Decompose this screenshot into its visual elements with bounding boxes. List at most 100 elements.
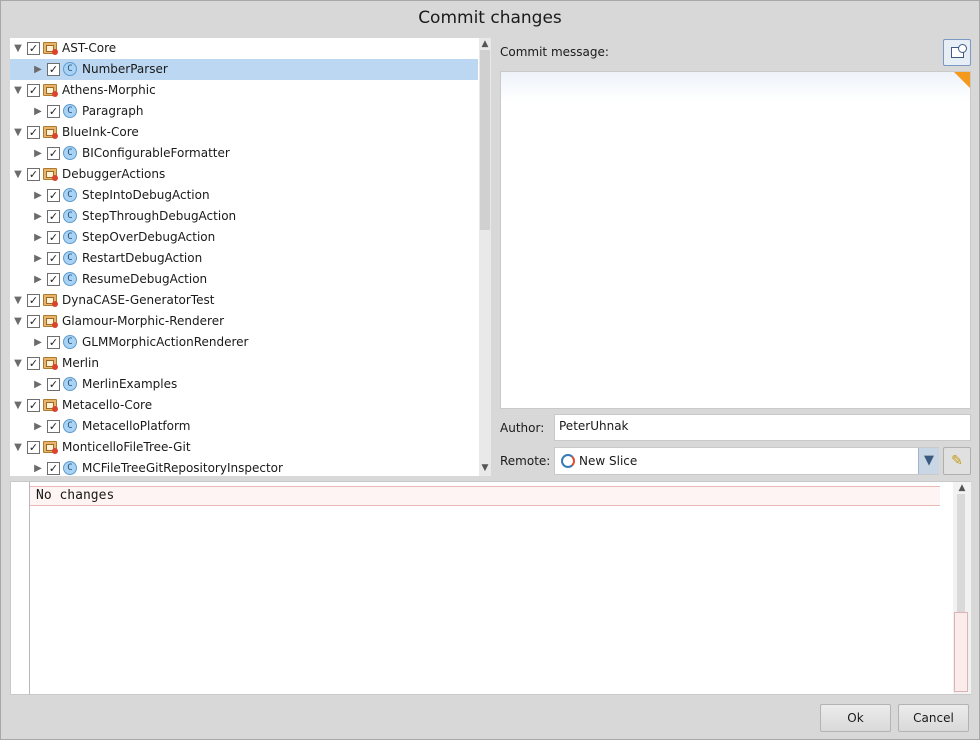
tree-package-row[interactable]: ▼ ✓ AST-Core (10, 38, 478, 59)
tree-scrollbar[interactable]: ▲ ▼ (479, 38, 491, 476)
tree-item-label: StepThroughDebugAction (82, 209, 237, 223)
tree-scroll-thumb[interactable] (480, 50, 490, 230)
collapsed-arrow-icon[interactable]: ▶ (32, 101, 44, 122)
diff-view[interactable]: No changes ▲ ▼ (10, 481, 971, 695)
collapsed-arrow-icon[interactable]: ▶ (32, 458, 44, 476)
tree-class-row[interactable]: ▶ ✓ C Paragraph (10, 101, 478, 122)
include-checkbox[interactable]: ✓ (47, 378, 60, 391)
message-area-shade (501, 72, 970, 102)
include-checkbox[interactable]: ✓ (27, 441, 40, 454)
tree-class-row[interactable]: ▶ ✓ C BIConfigurableFormatter (10, 143, 478, 164)
author-input[interactable]: PeterUhnak (554, 414, 971, 441)
tree-class-row[interactable]: ▶ ✓ C MCFileTreeGitRepositoryInspector (10, 458, 478, 476)
include-checkbox[interactable]: ✓ (47, 147, 60, 160)
class-icon: C (63, 62, 77, 76)
expanded-arrow-icon[interactable]: ▼ (12, 311, 24, 332)
tree-package-row[interactable]: ▼ ✓ Glamour-Morphic-Renderer (10, 311, 478, 332)
include-checkbox[interactable]: ✓ (27, 126, 40, 139)
tree-item-label: Athens-Morphic (62, 83, 156, 97)
collapsed-arrow-icon[interactable]: ▶ (32, 374, 44, 395)
tree-class-row[interactable]: ▶ ✓ C MerlinExamples (10, 374, 478, 395)
collapsed-arrow-icon[interactable]: ▶ (32, 269, 44, 290)
tree-package-row[interactable]: ▼ ✓ DynaCASE-GeneratorTest (10, 290, 478, 311)
scroll-up-icon[interactable]: ▲ (956, 482, 968, 494)
package-icon (43, 126, 58, 139)
tree-class-row[interactable]: ▶ ✓ C StepThroughDebugAction (10, 206, 478, 227)
include-checkbox[interactable]: ✓ (27, 357, 40, 370)
tree-item-label: Merlin (62, 356, 99, 370)
tree-class-row[interactable]: ▶ ✓ C MetacelloPlatform (10, 416, 478, 437)
expanded-arrow-icon[interactable]: ▼ (12, 353, 24, 374)
include-checkbox[interactable]: ✓ (47, 210, 60, 223)
collapsed-arrow-icon[interactable]: ▶ (32, 416, 44, 437)
include-checkbox[interactable]: ✓ (47, 273, 60, 286)
tree-package-row[interactable]: ▼ ✓ Merlin (10, 353, 478, 374)
tree-item-label: BlueInk-Core (62, 125, 139, 139)
tree-item-label: GLMMorphicActionRenderer (82, 335, 249, 349)
tree-item-label: StepOverDebugAction (82, 230, 216, 244)
class-icon: C (63, 188, 77, 202)
tree-package-row[interactable]: ▼ ✓ DebuggerActions (10, 164, 478, 185)
collapsed-arrow-icon[interactable]: ▶ (32, 185, 44, 206)
expanded-arrow-icon[interactable]: ▼ (12, 122, 24, 143)
include-checkbox[interactable]: ✓ (47, 420, 60, 433)
package-icon (43, 315, 58, 328)
include-checkbox[interactable]: ✓ (47, 231, 60, 244)
ok-button[interactable]: Ok (820, 704, 891, 732)
changes-tree[interactable]: ▼ ✓ AST-Core ▶ ✓ C NumberParser ▼ ✓ Athens-Morphi… (10, 38, 491, 476)
include-checkbox[interactable]: ✓ (47, 63, 60, 76)
tree-item-label: Paragraph (82, 104, 144, 118)
tree-package-row[interactable]: ▼ ✓ Athens-Morphic (10, 80, 478, 101)
include-checkbox[interactable]: ✓ (27, 84, 40, 97)
expanded-arrow-icon[interactable]: ▼ (12, 395, 24, 416)
collapsed-arrow-icon[interactable]: ▶ (32, 206, 44, 227)
class-icon: C (63, 146, 77, 160)
include-checkbox[interactable]: ✓ (27, 399, 40, 412)
include-checkbox[interactable]: ✓ (47, 189, 60, 202)
include-checkbox[interactable]: ✓ (47, 252, 60, 265)
cancel-button[interactable]: Cancel (898, 704, 969, 732)
tree-package-row[interactable]: ▼ ✓ Metacello-Core (10, 395, 478, 416)
tree-class-row[interactable]: ▶ ✓ C NumberParser (10, 59, 478, 80)
collapsed-arrow-icon[interactable]: ▶ (32, 227, 44, 248)
tree-item-label: Metacello-Core (62, 398, 153, 412)
commit-message-input[interactable] (500, 71, 971, 409)
expanded-arrow-icon[interactable]: ▼ (12, 164, 24, 185)
tree-class-row[interactable]: ▶ ✓ C ResumeDebugAction (10, 269, 478, 290)
tree-item-label: AST-Core (62, 41, 117, 55)
include-checkbox[interactable]: ✓ (27, 42, 40, 55)
include-checkbox[interactable]: ✓ (47, 462, 60, 475)
expanded-arrow-icon[interactable]: ▼ (12, 80, 24, 101)
collapsed-arrow-icon[interactable]: ▶ (32, 143, 44, 164)
history-icon (951, 44, 967, 58)
tree-class-row[interactable]: ▶ ✓ C StepIntoDebugAction (10, 185, 478, 206)
repository-icon (561, 454, 575, 468)
add-remote-button[interactable]: ✎ (943, 447, 971, 475)
expanded-arrow-icon[interactable]: ▼ (12, 437, 24, 458)
scroll-down-icon[interactable]: ▼ (479, 462, 491, 474)
collapsed-arrow-icon[interactable]: ▶ (32, 248, 44, 269)
include-checkbox[interactable]: ✓ (27, 168, 40, 181)
scroll-up-icon[interactable]: ▲ (479, 38, 491, 50)
author-label: Author: (500, 421, 545, 435)
tree-item-label: NumberParser (82, 62, 168, 76)
include-checkbox[interactable]: ✓ (47, 105, 60, 118)
tree-item-label: Glamour-Morphic-Renderer (62, 314, 225, 328)
expanded-arrow-icon[interactable]: ▼ (12, 38, 24, 59)
collapsed-arrow-icon[interactable]: ▶ (32, 332, 44, 353)
tree-class-row[interactable]: ▶ ✓ C StepOverDebugAction (10, 227, 478, 248)
tree-class-row[interactable]: ▶ ✓ C RestartDebugAction (10, 248, 478, 269)
remote-select[interactable]: New Slice (554, 447, 939, 475)
remote-dropdown-button[interactable]: ▼ (918, 448, 939, 474)
tree-package-row[interactable]: ▼ ✓ BlueInk-Core (10, 122, 478, 143)
commit-history-button[interactable] (943, 39, 971, 66)
include-checkbox[interactable]: ✓ (27, 294, 40, 307)
include-checkbox[interactable]: ✓ (27, 315, 40, 328)
tree-item-label: MetacelloPlatform (82, 419, 191, 433)
tree-package-row[interactable]: ▼ ✓ MonticelloFileTree-Git (10, 437, 478, 458)
include-checkbox[interactable]: ✓ (47, 336, 60, 349)
expanded-arrow-icon[interactable]: ▼ (12, 290, 24, 311)
tree-item-label: MerlinExamples (82, 377, 178, 391)
tree-class-row[interactable]: ▶ ✓ C GLMMorphicActionRenderer (10, 332, 478, 353)
collapsed-arrow-icon[interactable]: ▶ (32, 59, 44, 80)
